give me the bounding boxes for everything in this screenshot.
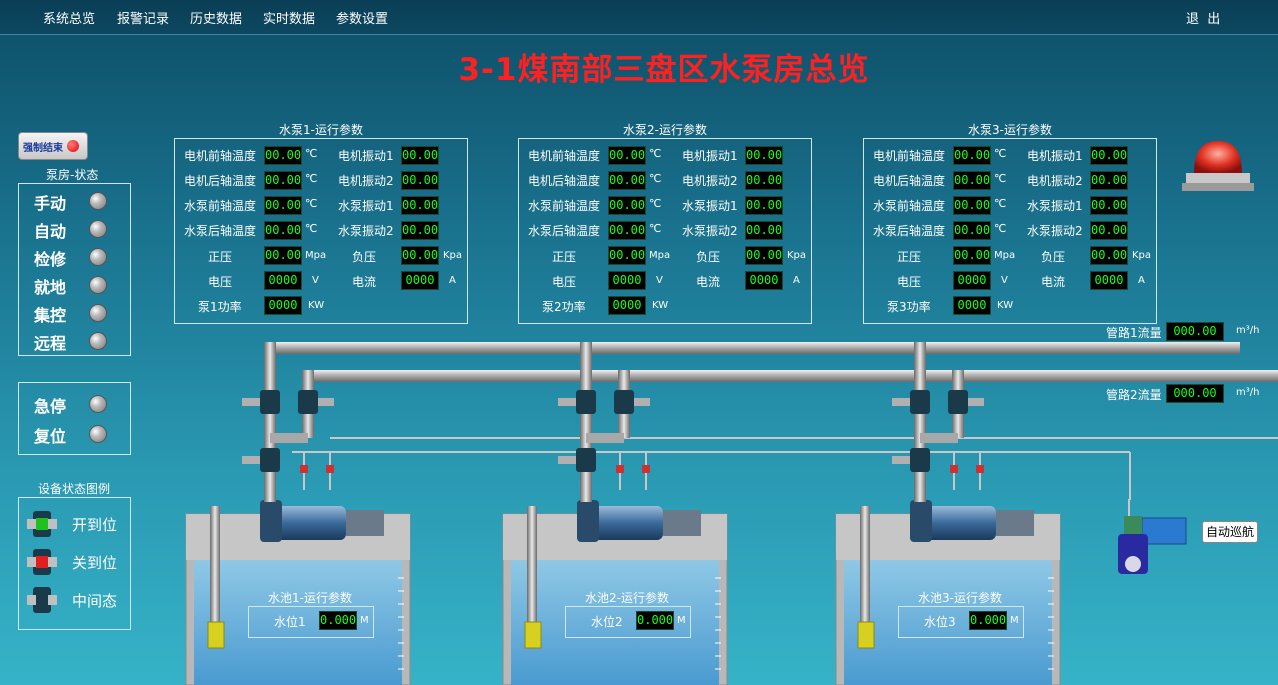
tank3-foot-valve-icon [857, 621, 875, 649]
pump3-instrument-valve-icon [950, 465, 958, 473]
tank3-level-unit: M [1010, 615, 1019, 626]
pump2-branch-valve-handle-icon [634, 398, 650, 406]
tank3-params-title: 水池3-运行参数 [918, 591, 1002, 605]
header-pipe-1 [264, 342, 1240, 354]
pump1-casing-icon [260, 500, 282, 542]
pump1-motor-end-icon [346, 510, 384, 536]
pump2-valve-icon [576, 448, 596, 472]
pump2-instrument-valve-icon [642, 465, 650, 473]
auto-patrol-button[interactable]: 自动巡航 [1202, 521, 1258, 543]
pump2-casing-icon [577, 500, 599, 542]
tank3-level-label: 水位3 [924, 615, 956, 629]
tank1-level-value: 0.000 [319, 611, 357, 630]
tank2-suction-pipe [527, 506, 537, 626]
pump1-instrument-valve-icon [326, 465, 334, 473]
pump1-valve-handle-icon [242, 398, 260, 406]
pump1-valve-icon [260, 390, 280, 414]
pump3-casing-icon [910, 500, 932, 542]
tank2-level-label: 水位2 [591, 615, 623, 629]
pump3-branch-valve-handle-icon [968, 398, 984, 406]
pump3-valve-icon [910, 448, 930, 472]
pump3-motor-icon [926, 506, 996, 540]
tank3-level-value: 0.000 [969, 611, 1007, 630]
pump1-valve-icon [260, 448, 280, 472]
pump3-valve-icon [910, 390, 930, 414]
pump3-motor-end-icon [996, 510, 1034, 536]
pump1-branch-valve-handle-icon [318, 398, 334, 406]
pump3-valve-handle-icon [892, 398, 910, 406]
pump3-instrument-valve-icon [976, 465, 984, 473]
pump3-riser-pipe [914, 342, 926, 502]
pump1-branch-valve-icon [298, 390, 318, 414]
tank2-level-unit: M [677, 615, 686, 626]
pump2-motor-icon [593, 506, 663, 540]
tank1-params-title: 水池1-运行参数 [268, 591, 352, 605]
tank1-level-label: 水位1 [274, 615, 306, 629]
pump1-valve-handle-icon [242, 456, 260, 464]
pump2-valve-handle-icon [558, 398, 576, 406]
pump3-branch-valve-icon [948, 390, 968, 414]
pump2-instrument-valve-icon [616, 465, 624, 473]
tank3-suction-pipe [860, 506, 870, 626]
process-diagram [185, 342, 1278, 685]
pump2-motor-end-icon [663, 510, 701, 536]
pump1-motor-icon [276, 506, 346, 540]
tank2-level-value: 0.000 [636, 611, 674, 630]
tank1-suction-pipe [210, 506, 220, 626]
pump2-riser-pipe [580, 342, 592, 502]
tank1-level-unit: M [360, 615, 369, 626]
pump2-valve-handle-icon [558, 456, 576, 464]
tank2-params-title: 水池2-运行参数 [585, 591, 669, 605]
tank1-foot-valve-icon [207, 621, 225, 649]
pump3-valve-handle-icon [892, 456, 910, 464]
header-pipe-2 [302, 370, 1278, 382]
pump1-riser-pipe [264, 342, 276, 502]
pump1-instrument-valve-icon [300, 465, 308, 473]
pump2-valve-icon [576, 390, 596, 414]
tank2-foot-valve-icon [524, 621, 542, 649]
pump2-branch-valve-icon [614, 390, 634, 414]
